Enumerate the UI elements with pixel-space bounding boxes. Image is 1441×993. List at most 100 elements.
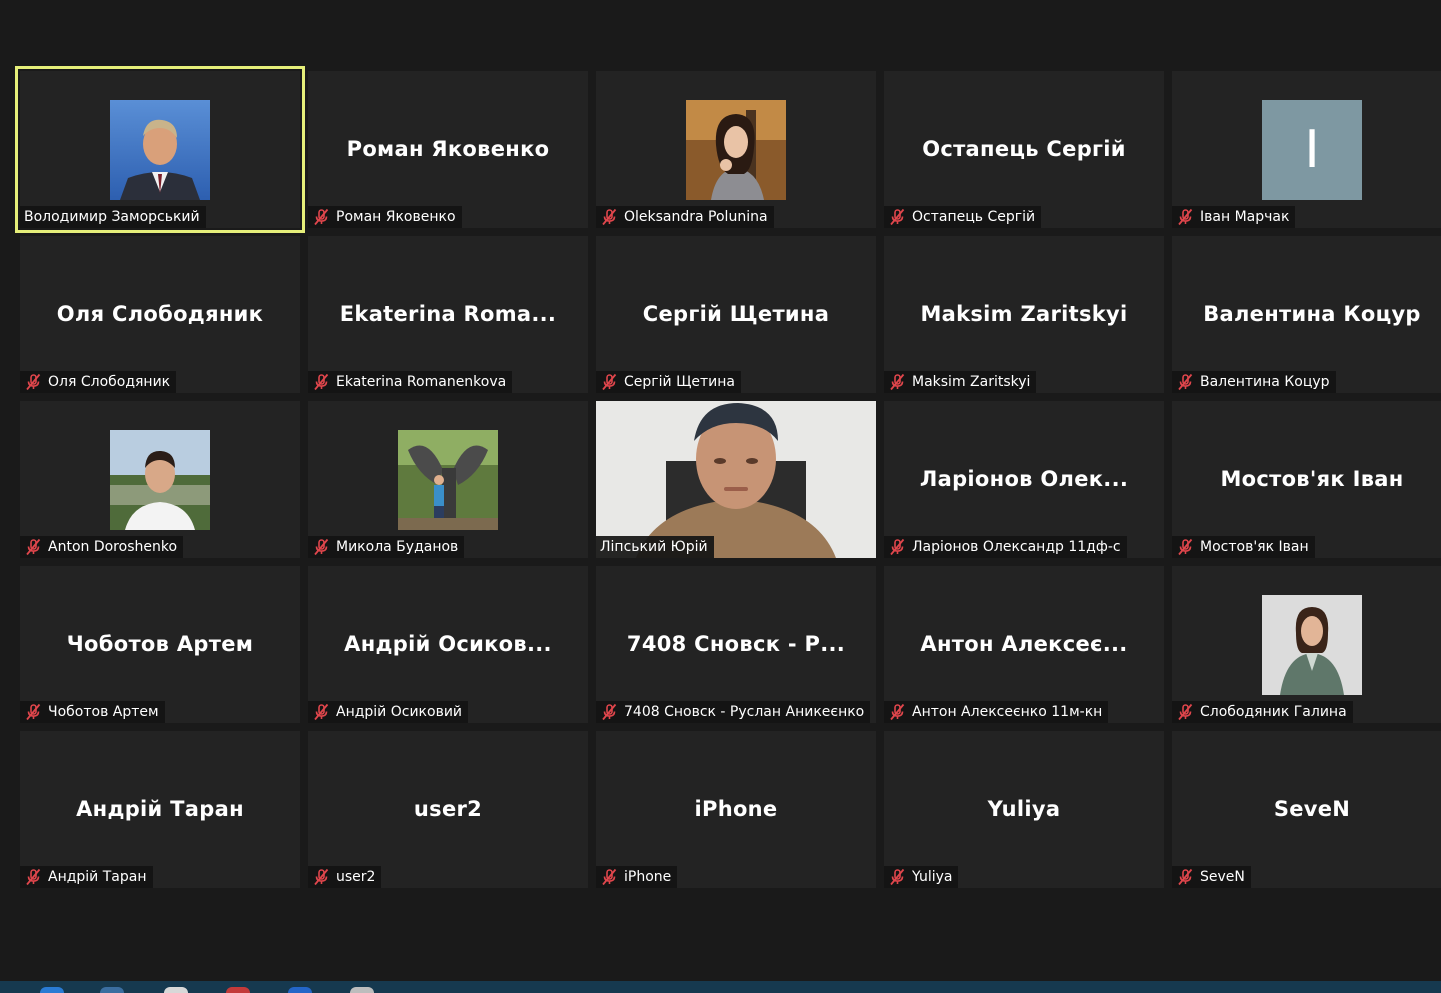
taskbar-app-icon[interactable] bbox=[288, 987, 312, 993]
mic-muted-icon bbox=[602, 373, 617, 391]
participant-tile[interactable]: user2 user2 bbox=[308, 731, 588, 888]
mic-muted-icon bbox=[26, 703, 41, 721]
participant-name-text: Maksim Zaritskyi bbox=[912, 374, 1031, 390]
participant-name-label: 7408 Сновск - Руслан Аникеєнко bbox=[596, 701, 871, 723]
participant-tile[interactable]: Ларіонов Олек... Ларіонов Олександр 11дф… bbox=[884, 401, 1164, 558]
participant-name-text: Антон Алексеєнко 11м-кн bbox=[912, 704, 1103, 720]
taskbar-app-icon[interactable] bbox=[40, 987, 64, 993]
participant-name-label: Оля Слободяник bbox=[20, 371, 177, 393]
participant-name-text: Oleksandra Polunina bbox=[624, 209, 768, 225]
participant-name-text: SeveN bbox=[1200, 869, 1245, 885]
mic-muted-icon bbox=[890, 208, 905, 226]
mic-muted-icon bbox=[26, 373, 41, 391]
participant-display-name: Maksim Zaritskyi bbox=[920, 302, 1128, 326]
participant-name-text: Слободяник Галина bbox=[1200, 704, 1347, 720]
participant-tile[interactable]: 7408 Сновск - Р... 7408 Сновск - Руслан … bbox=[596, 566, 876, 723]
participant-tile[interactable]: Валентина Коцур Валентина Коцур bbox=[1172, 236, 1441, 393]
mic-muted-icon bbox=[890, 373, 905, 391]
participant-tile[interactable]: Слободяник Галина bbox=[1172, 566, 1441, 723]
participant-name-label: Валентина Коцур bbox=[1172, 371, 1336, 393]
participant-name-label: SeveN bbox=[1172, 866, 1251, 888]
taskbar-app-icon[interactable] bbox=[226, 987, 250, 993]
participant-tile[interactable]: Микола Буданов bbox=[308, 401, 588, 558]
avatar-photo bbox=[1262, 595, 1362, 695]
avatar-initial: I bbox=[1262, 100, 1362, 200]
mic-muted-icon bbox=[314, 538, 329, 556]
participant-display-name: 7408 Сновск - Р... bbox=[626, 632, 846, 656]
participant-name-text: Остапець Сергій bbox=[912, 209, 1036, 225]
participant-tile[interactable]: Роман Яковенко Роман Яковенко bbox=[308, 71, 588, 228]
participant-name-text: Ларіонов Олександр 11дф-с bbox=[912, 539, 1121, 555]
mic-muted-icon bbox=[602, 208, 617, 226]
participant-name-label: Ларіонов Олександр 11дф-с bbox=[884, 536, 1127, 558]
mic-muted-icon bbox=[1178, 868, 1193, 886]
participant-display-name: Ekaterina Roma... bbox=[339, 302, 557, 326]
participant-display-name: Антон Алексеє... bbox=[920, 632, 1128, 656]
participant-tile[interactable]: Anton Doroshenko bbox=[20, 401, 300, 558]
mic-muted-icon bbox=[1178, 373, 1193, 391]
participant-name-text: Оля Слободяник bbox=[48, 374, 171, 390]
participant-tile[interactable]: Maksim Zaritskyi Maksim Zaritskyi bbox=[884, 236, 1164, 393]
participant-name-text: Андрій Таран bbox=[48, 869, 147, 885]
participant-video bbox=[596, 401, 876, 558]
participant-name-text: Yuliya bbox=[912, 869, 953, 885]
mic-muted-icon bbox=[314, 373, 329, 391]
mic-muted-icon bbox=[314, 703, 329, 721]
participant-tile[interactable]: Остапець Сергій Остапець Сергій bbox=[884, 71, 1164, 228]
participant-name-text: Микола Буданов bbox=[336, 539, 459, 555]
participant-display-name: Андрій Таран bbox=[76, 797, 244, 821]
avatar-photo bbox=[398, 430, 498, 530]
participant-name-label: Ліпський Юрій bbox=[596, 536, 714, 558]
participant-name-label: Ekaterina Romanenkova bbox=[308, 371, 513, 393]
participant-name-label: Микола Буданов bbox=[308, 536, 465, 558]
mic-muted-icon bbox=[890, 703, 905, 721]
participant-tile[interactable]: Андрій Осиков... Андрій Осиковий bbox=[308, 566, 588, 723]
participant-name-label: Сергій Щетина bbox=[596, 371, 741, 393]
mic-muted-icon bbox=[602, 703, 617, 721]
participant-name-text: Мостов'як Іван bbox=[1200, 539, 1309, 555]
participant-display-name: user2 bbox=[413, 797, 483, 821]
participant-tile[interactable]: SeveN SeveN bbox=[1172, 731, 1441, 888]
participant-tile[interactable]: iPhone iPhone bbox=[596, 731, 876, 888]
participant-tile[interactable]: Чоботов Артем Чоботов Артем bbox=[20, 566, 300, 723]
participant-name-text: Андрій Осиковий bbox=[336, 704, 463, 720]
mic-muted-icon bbox=[26, 538, 41, 556]
avatar-photo bbox=[686, 100, 786, 200]
participant-tile[interactable]: Сергій Щетина Сергій Щетина bbox=[596, 236, 876, 393]
participant-tile[interactable]: Мостов'як Іван Мостов'як Іван bbox=[1172, 401, 1441, 558]
mic-muted-icon bbox=[314, 208, 329, 226]
participant-name-label: Володимир Заморський bbox=[20, 206, 206, 228]
participant-tile[interactable]: Володимир Заморський bbox=[15, 66, 305, 233]
participant-tile[interactable]: Андрій Таран Андрій Таран bbox=[20, 731, 300, 888]
participant-name-text: Володимир Заморський bbox=[24, 209, 200, 225]
participant-display-name: Оля Слободяник bbox=[56, 302, 264, 326]
taskbar-app-icon[interactable] bbox=[164, 987, 188, 993]
mic-muted-icon bbox=[26, 868, 41, 886]
taskbar-app-icon[interactable] bbox=[100, 987, 124, 993]
participant-display-name: Сергій Щетина bbox=[642, 302, 830, 326]
participant-tile[interactable]: Ліпський Юрій bbox=[596, 401, 876, 558]
participant-tile[interactable]: Оля Слободяник Оля Слободяник bbox=[20, 236, 300, 393]
participant-tile[interactable]: Антон Алексеє... Антон Алексеєнко 11м-кн bbox=[884, 566, 1164, 723]
participant-name-label: Yuliya bbox=[884, 866, 959, 888]
participant-tile[interactable]: Oleksandra Polunina bbox=[596, 71, 876, 228]
participant-tile[interactable]: I Іван Марчак bbox=[1172, 71, 1441, 228]
video-meeting-gallery: Володимир Заморський Роман Яковенко Роман… bbox=[0, 0, 1441, 993]
participant-tile[interactable]: Yuliya Yuliya bbox=[884, 731, 1164, 888]
participant-name-text: Чоботов Артем bbox=[48, 704, 159, 720]
participant-tile[interactable]: Ekaterina Roma... Ekaterina Romanenkova bbox=[308, 236, 588, 393]
participant-name-label: user2 bbox=[308, 866, 382, 888]
participant-name-text: Ekaterina Romanenkova bbox=[336, 374, 507, 390]
mic-muted-icon bbox=[602, 868, 617, 886]
participant-name-label: Чоботов Артем bbox=[20, 701, 165, 723]
participant-display-name: iPhone bbox=[694, 797, 778, 821]
participant-name-label: Андрій Таран bbox=[20, 866, 153, 888]
participant-name-label: Maksim Zaritskyi bbox=[884, 371, 1037, 393]
participant-display-name: SeveN bbox=[1273, 797, 1351, 821]
participant-name-text: 7408 Сновск - Руслан Аникеєнко bbox=[624, 704, 865, 720]
mic-muted-icon bbox=[1178, 538, 1193, 556]
taskbar-app-icon[interactable] bbox=[350, 987, 374, 993]
windows-taskbar[interactable] bbox=[0, 981, 1441, 993]
participant-name-text: iPhone bbox=[624, 869, 672, 885]
mic-muted-icon bbox=[890, 868, 905, 886]
